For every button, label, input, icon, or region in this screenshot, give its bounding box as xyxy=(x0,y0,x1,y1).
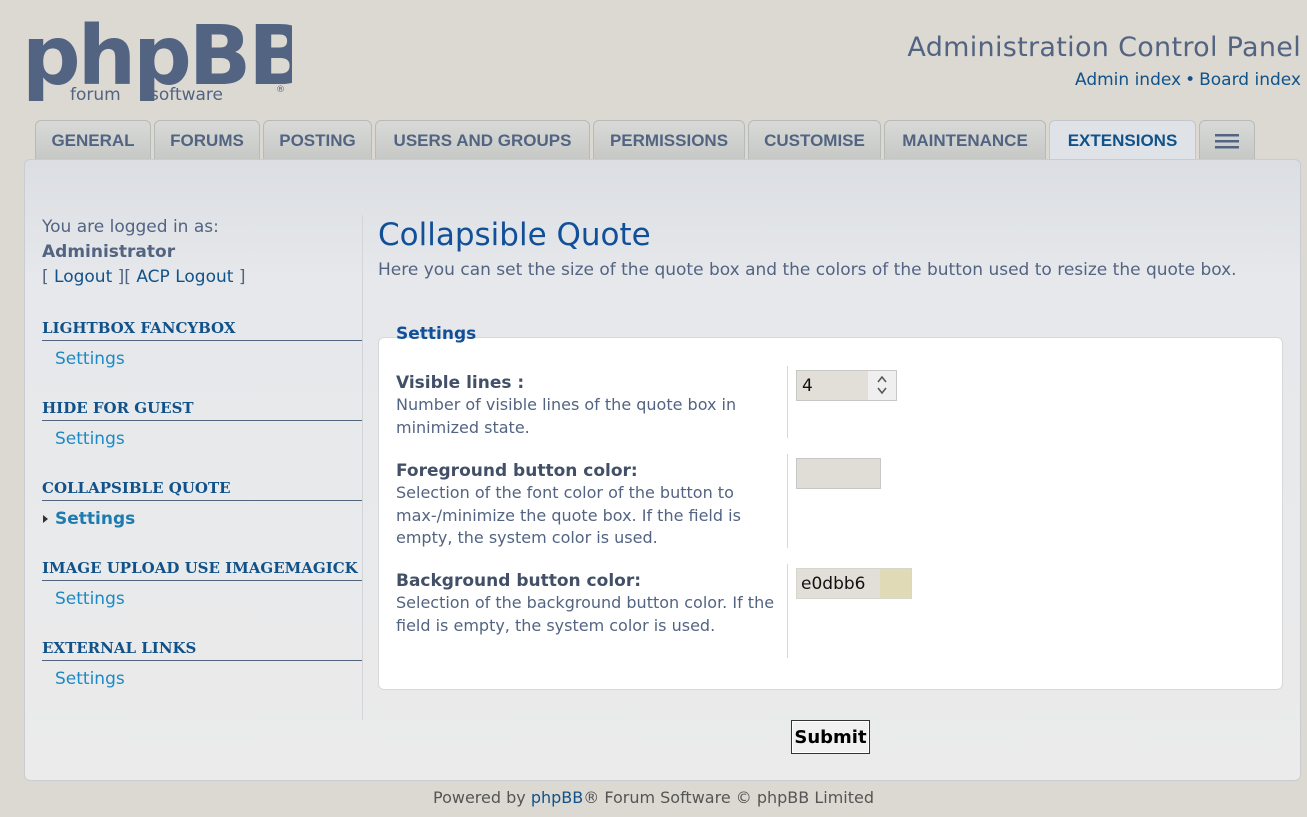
phpbb-logo[interactable]: phpBB forum software ® xyxy=(22,9,311,105)
bracket-mid: ][ xyxy=(117,267,131,287)
main-content: Collapsible Quote Here you can set the s… xyxy=(378,215,1283,284)
field-description: Selection of the font color of the butto… xyxy=(396,483,741,547)
background-color-value: e0dbb6 xyxy=(801,574,866,594)
field-divider xyxy=(787,454,788,548)
number-spinner[interactable] xyxy=(868,371,896,400)
field-label-block: Background button color: Selection of th… xyxy=(396,570,776,637)
header-links: Admin index • Board index xyxy=(1075,70,1301,90)
sidebar-section-title: EXTERNAL LINKS xyxy=(42,639,363,661)
logged-in-username: Administrator xyxy=(42,242,176,262)
footer-phpbb-link[interactable]: phpBB xyxy=(531,788,583,807)
field-description: Selection of the background button color… xyxy=(396,593,775,635)
field-divider xyxy=(787,366,788,438)
hamburger-icon xyxy=(1215,133,1239,148)
visible-lines-input[interactable]: 4 xyxy=(796,370,897,401)
footer-suffix: ® Forum Software © phpBB Limited xyxy=(583,788,874,807)
field-label: Background button color: xyxy=(396,571,642,591)
acp-logout-link[interactable]: ACP Logout xyxy=(136,267,233,287)
sidebar-section-title: LIGHTBOX FANCYBOX xyxy=(42,319,363,341)
footer-prefix: Powered by xyxy=(433,788,531,807)
sidebar-item-settings-active[interactable]: Settings xyxy=(42,509,363,529)
tab-customise[interactable]: CUSTOMISE xyxy=(748,120,881,160)
tab-menu-toggle[interactable] xyxy=(1199,120,1255,160)
field-description: Number of visible lines of the quote box… xyxy=(396,395,737,437)
bracket-open: [ xyxy=(42,267,49,287)
sidebar-section-lightbox-fancybox: LIGHTBOX FANCYBOX Settings xyxy=(42,319,363,369)
sidebar-section-title: IMAGE UPLOAD USE IMAGEMAGICK xyxy=(42,559,363,581)
color-swatch[interactable] xyxy=(880,569,911,598)
bracket-close: ] xyxy=(238,267,246,287)
sidebar-item-settings[interactable]: Settings xyxy=(42,349,363,369)
visible-lines-value: 4 xyxy=(802,376,813,396)
tab-posting[interactable]: POSTING xyxy=(263,120,372,160)
spinner-arrows-icon xyxy=(877,375,887,395)
background-color-input[interactable]: e0dbb6 xyxy=(796,568,912,599)
main-tabs: GENERAL FORUMS POSTING USERS AND GROUPS … xyxy=(35,120,1255,161)
sidebar-section-image-upload: IMAGE UPLOAD USE IMAGEMAGICK Settings xyxy=(42,559,363,609)
sidebar-section-title: HIDE FOR GUEST xyxy=(42,399,363,421)
field-label-block: Foreground button color: Selection of th… xyxy=(396,460,776,550)
tab-extensions[interactable]: EXTENSIONS xyxy=(1049,120,1196,161)
field-foreground-color: Foreground button color: Selection of th… xyxy=(396,454,1281,550)
logout-link[interactable]: Logout xyxy=(54,267,112,287)
sidebar: You are logged in as: Administrator [ Lo… xyxy=(42,215,363,689)
sidebar-divider xyxy=(362,215,363,720)
sidebar-section-external-links: EXTERNAL LINKS Settings xyxy=(42,639,363,689)
tab-forums[interactable]: FORUMS xyxy=(154,120,260,160)
sidebar-section-title: COLLAPSIBLE QUOTE xyxy=(42,479,363,501)
page-title: Collapsible Quote xyxy=(378,217,651,253)
tab-general[interactable]: GENERAL xyxy=(35,120,151,160)
logo-sub-software: software xyxy=(150,85,223,104)
field-label: Foreground button color: xyxy=(396,461,638,481)
tab-users-and-groups[interactable]: USERS AND GROUPS xyxy=(375,120,590,160)
page-description: Here you can set the size of the quote b… xyxy=(378,260,1237,280)
logo-sub-forum: forum xyxy=(70,85,121,104)
logout-links: [ Logout ][ ACP Logout ] xyxy=(42,265,363,289)
foreground-color-input[interactable] xyxy=(796,458,881,489)
page-header-title: Administration Control Panel xyxy=(907,32,1301,63)
settings-legend: Settings xyxy=(396,324,477,344)
tab-permissions[interactable]: PERMISSIONS xyxy=(593,120,745,160)
sidebar-item-settings[interactable]: Settings xyxy=(42,669,363,689)
field-label-block: Visible lines : Number of visible lines … xyxy=(396,372,776,439)
field-divider xyxy=(787,564,788,658)
field-background-color: Background button color: Selection of th… xyxy=(396,564,1281,658)
submit-button[interactable]: Submit xyxy=(791,720,870,754)
phpbb-logo-graphic: phpBB forum software ® xyxy=(22,9,311,105)
sidebar-section-collapsible-quote: COLLAPSIBLE QUOTE Settings xyxy=(42,479,363,529)
admin-index-link[interactable]: Admin index xyxy=(1075,70,1181,90)
logged-in-label: You are logged in as: xyxy=(42,217,219,237)
footer: Powered by phpBB® Forum Software © phpBB… xyxy=(0,788,1307,807)
tab-maintenance[interactable]: MAINTENANCE xyxy=(884,120,1046,160)
sidebar-section-hide-for-guest: HIDE FOR GUEST Settings xyxy=(42,399,363,449)
field-visible-lines: Visible lines : Number of visible lines … xyxy=(396,366,1281,439)
registered-mark: ® xyxy=(276,85,285,95)
sidebar-item-settings[interactable]: Settings xyxy=(42,429,363,449)
field-label: Visible lines : xyxy=(396,373,525,393)
board-index-link[interactable]: Board index xyxy=(1199,70,1301,90)
sidebar-item-settings[interactable]: Settings xyxy=(42,589,363,609)
link-separator: • xyxy=(1185,70,1196,90)
